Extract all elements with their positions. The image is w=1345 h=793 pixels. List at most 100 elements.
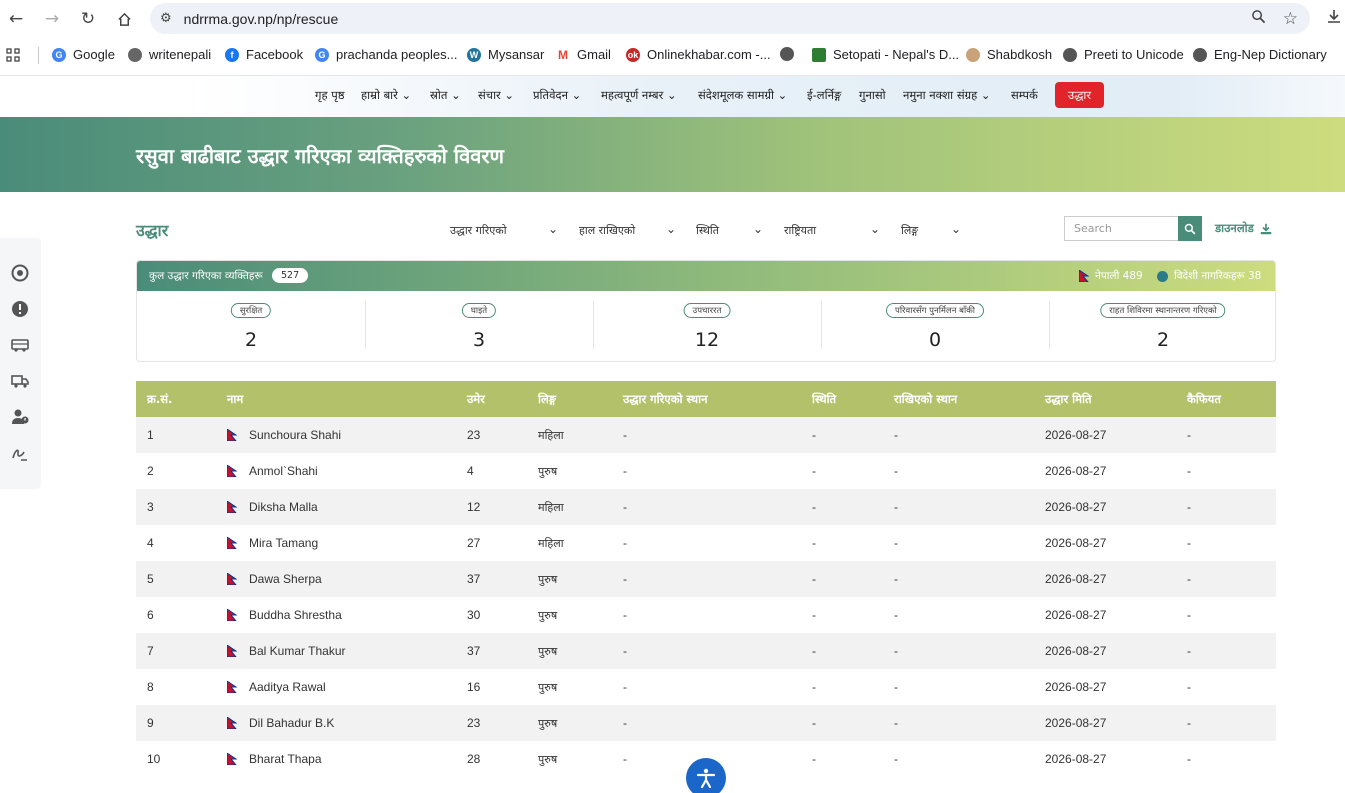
site-settings-icon[interactable]: ⚙ (160, 11, 172, 26)
search-input[interactable]: Search (1064, 216, 1178, 241)
nav-elearning[interactable]: ई-लर्निङ्ग (807, 88, 841, 103)
cell-rescue-date: 2026-08-27 (1045, 680, 1107, 694)
bookmark-globe[interactable] (780, 47, 801, 61)
filter-status[interactable]: स्थिति ⌄ (696, 220, 763, 240)
bookmark-writenepali[interactable]: writenepali (128, 47, 211, 62)
foreign-legend: विदेशी नागरिकहरू 38 (1157, 269, 1261, 283)
cell-age: 16 (467, 680, 481, 694)
signature-icon[interactable] (11, 444, 29, 462)
nepal-flag-icon (227, 645, 237, 657)
bookmark-facebook[interactable]: f Facebook (225, 47, 303, 62)
cell-age: 30 (467, 608, 481, 622)
filter-currently-kept[interactable]: हाल राखिएको ⌄ (579, 220, 676, 240)
zoom-icon[interactable] (1251, 9, 1266, 28)
table-row: 4 Mira Tamang 27 महिला - - - 2026-08-27 - (136, 525, 1276, 561)
bookmark-prachanda[interactable]: Gprachanda peoples... (315, 47, 457, 62)
cell-remarks: - (1187, 608, 1191, 622)
nav-contact[interactable]: सम्पर्क (1011, 88, 1038, 103)
nepal-flag-icon (227, 501, 237, 513)
bus-icon[interactable] (11, 336, 29, 354)
chevron-down-icon: ⌄ (752, 222, 763, 236)
rescue-table: क्र.सं. नाम उमेर लिङ्ग उद्धार गरिएको स्थ… (136, 381, 1276, 777)
bookmark-onlinekhabar[interactable]: ok Onlinekhabar.com -... (626, 47, 771, 62)
reload-icon[interactable]: ↻ (76, 7, 100, 31)
nav-communication[interactable]: संचार ⌄ (478, 88, 514, 103)
home-icon[interactable] (112, 7, 136, 31)
cell-kept-place: - (894, 572, 898, 586)
accessibility-icon (696, 768, 716, 789)
page-title: रसुवा बाढीबाट उद्धार गरिएका व्यक्तिहरुको… (136, 144, 504, 168)
stat-safe: सुरक्षित 2 (137, 291, 365, 361)
nav-messaging-material[interactable]: संदेशमूलक सामग्री ⌄ (698, 88, 787, 103)
wordpress-icon: W (467, 47, 481, 62)
cell-gender: पुरुष (538, 681, 558, 694)
bookmark-preeti[interactable]: Preeti to Unicode (1063, 47, 1184, 62)
cell-gender: महिला (538, 429, 564, 442)
bookmark-mysansar[interactable]: W Mysansar (467, 47, 544, 62)
nav-reports[interactable]: प्रतिवेदन ⌄ (533, 88, 581, 103)
back-arrow-icon[interactable]: ← (4, 7, 28, 31)
rescue-button[interactable]: उद्धार (1055, 82, 1104, 108)
cell-remarks: - (1187, 572, 1191, 586)
filter-nationality[interactable]: राष्ट्रियता ⌄ (784, 220, 880, 240)
search-button[interactable] (1178, 216, 1202, 241)
total-label: कुल उद्धार गरिएका व्यक्तिहरू (149, 270, 263, 282)
nav-resources[interactable]: स्रोत ⌄ (430, 88, 461, 103)
cell-remarks: - (1187, 680, 1191, 694)
bookmark-gmail[interactable]: M Gmail (556, 47, 611, 62)
filter-rescued-from[interactable]: उद्धार गरिएको ⌄ (450, 220, 558, 240)
bookmark-setopati[interactable]: Setopati - Nepal's D... (812, 47, 959, 62)
cell-status: - (812, 644, 816, 658)
cell-gender: महिला (538, 501, 564, 514)
cell-rescue-date: 2026-08-27 (1045, 536, 1107, 550)
user-alert-icon[interactable] (11, 408, 29, 426)
nav-complaint[interactable]: गुनासो (859, 88, 886, 103)
bookmark-google[interactable]: G Google (52, 47, 115, 62)
cell-rescue-place: - (623, 428, 627, 442)
globe-icon (128, 47, 142, 62)
bookmark-shabdkosh[interactable]: Shabdkosh (966, 47, 1052, 62)
nav-sample-maps[interactable]: नमुना नक्शा संग्रह ⌄ (903, 88, 990, 103)
bookmark-eng-nep[interactable]: Eng-Nep Dictionary (1193, 47, 1327, 62)
nav-home[interactable]: गृह पृष्ठ (315, 88, 345, 103)
nepali-legend: नेपाली 489 (1079, 269, 1143, 283)
chevron-down-icon: ⌄ (666, 88, 677, 102)
table-row: 3 Diksha Malla 12 महिला - - - 2026-08-27 - (136, 489, 1276, 525)
google-icon: G (315, 47, 329, 62)
cell-sn: 6 (147, 608, 154, 622)
downloads-icon[interactable] (1326, 8, 1342, 28)
cell-kept-place: - (894, 752, 898, 766)
col-rescue-place: उद्धार गरिएको स्थान (623, 392, 708, 406)
nepal-flag-icon (227, 573, 237, 585)
nav-about[interactable]: हाम्रो बारे ⌄ (361, 88, 411, 103)
cell-status: - (812, 464, 816, 478)
nav-important-numbers[interactable]: महत्वपूर्ण नम्बर ⌄ (601, 88, 677, 103)
filter-gender[interactable]: लिङ्ग ⌄ (901, 220, 961, 240)
google-icon: G (52, 47, 66, 62)
address-bar[interactable]: ⚙ ndrrma.gov.np/np/rescue ☆ (150, 3, 1310, 34)
cell-rescue-date: 2026-08-27 (1045, 500, 1107, 514)
chevron-down-icon: ⌄ (401, 88, 412, 102)
nepal-flag-icon (227, 465, 237, 477)
cell-kept-place: - (894, 716, 898, 730)
cell-name: Sunchoura Shahi (249, 428, 342, 442)
nepal-flag-icon (227, 609, 237, 621)
forward-arrow-icon[interactable]: → (40, 7, 64, 31)
cell-status: - (812, 716, 816, 730)
eye-icon[interactable] (11, 264, 29, 282)
bookmark-star-icon[interactable]: ☆ (1283, 9, 1298, 29)
table-row: 7 Bal Kumar Thakur 37 पुरुष - - - 2026-08-27 - (136, 633, 1276, 669)
cell-kept-place: - (894, 464, 898, 478)
cell-gender: पुरुष (538, 717, 558, 730)
cell-rescue-place: - (623, 572, 627, 586)
alert-icon[interactable] (11, 300, 29, 318)
cell-remarks: - (1187, 536, 1191, 550)
apps-grid-icon[interactable] (6, 48, 20, 65)
cell-name: Bal Kumar Thakur (249, 644, 346, 658)
accessibility-button[interactable] (686, 758, 726, 793)
globe-icon (1157, 270, 1168, 282)
truck-icon[interactable] (11, 372, 29, 390)
download-button[interactable]: डाउनलोड (1215, 221, 1272, 236)
stat-relief-camp: राहत शिविरमा स्थानान्तरण गरिएको 2 (1049, 291, 1275, 361)
cell-age: 28 (467, 752, 481, 766)
